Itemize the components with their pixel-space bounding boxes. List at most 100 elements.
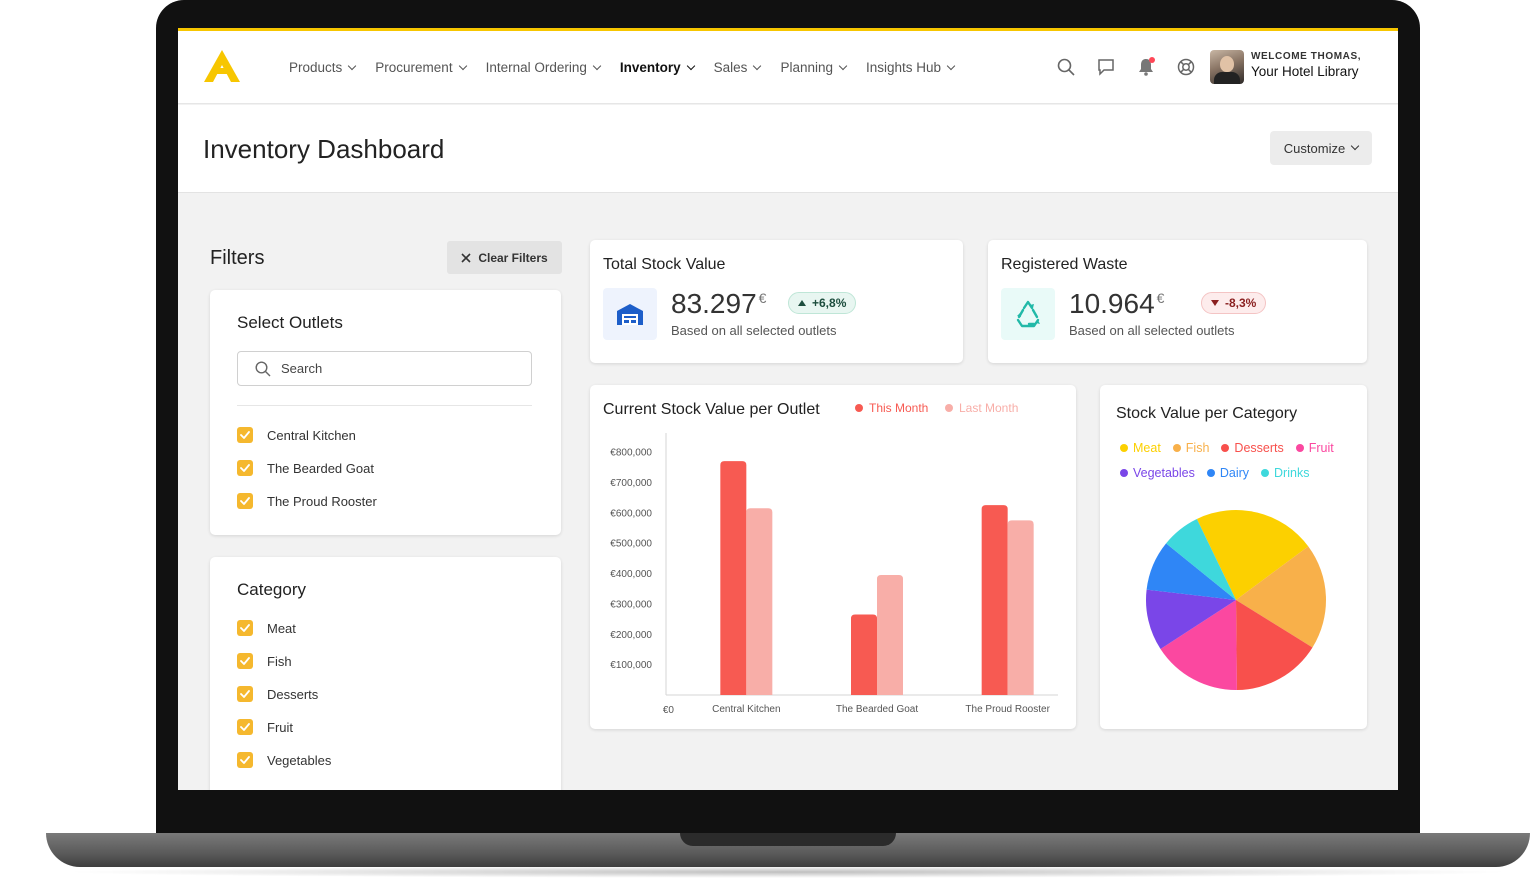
user-welcome[interactable]: WELCOME THOMAS, Your Hotel Library xyxy=(1251,51,1361,79)
outlet-option-label: The Proud Rooster xyxy=(267,493,377,509)
waste-amount: 10.964 € xyxy=(1069,288,1165,319)
outlet-option[interactable]: The Bearded Goat xyxy=(237,460,374,476)
bar-last-month[interactable] xyxy=(877,575,903,695)
clear-filters-label: Clear Filters xyxy=(478,250,548,265)
nav-item-label: Sales xyxy=(713,60,748,75)
nav-item-planning[interactable]: Planning xyxy=(780,60,848,75)
brand-logo[interactable] xyxy=(202,48,242,84)
nav-icon-group xyxy=(1056,57,1196,77)
bar-this-month[interactable] xyxy=(851,614,877,695)
notification-dot xyxy=(1149,57,1155,63)
chevron-down-icon xyxy=(686,61,695,70)
x-tick-label: Central Kitchen xyxy=(712,704,780,715)
checkbox-checked-icon[interactable] xyxy=(237,752,253,768)
recycle-icon xyxy=(1001,288,1055,340)
bar-last-month[interactable] xyxy=(1007,520,1034,695)
page-title: Inventory Dashboard xyxy=(203,134,445,164)
laptop-notch xyxy=(680,833,896,846)
chevron-down-icon xyxy=(946,61,956,70)
pie-chart-svg xyxy=(1146,510,1326,690)
clear-filters-button[interactable]: Clear Filters xyxy=(447,241,562,274)
nav-item-label: Planning xyxy=(780,60,833,75)
checkbox-checked-icon[interactable] xyxy=(237,653,253,669)
stock-per-category-chart: Stock Value per Category Meat Fish Dessert… xyxy=(1100,385,1367,729)
y-tick-label: €700,000 xyxy=(610,478,652,489)
nav-item-internal-ordering[interactable]: Internal Ordering xyxy=(486,60,602,75)
x-tick-label: The Bearded Goat xyxy=(836,704,918,715)
y-tick-label: €200,000 xyxy=(610,630,652,641)
bell-icon[interactable] xyxy=(1136,57,1156,77)
waste-title: Registered Waste xyxy=(1001,256,1128,273)
category-option[interactable]: Meat xyxy=(237,620,296,636)
chevron-down-icon xyxy=(458,61,467,70)
main-nav: Products Procurement Internal Ordering Inve… xyxy=(289,31,956,104)
nav-item-insights-hub[interactable]: Insights Hub xyxy=(865,60,956,75)
chevron-down-icon xyxy=(348,61,357,70)
category-option-label: Meat xyxy=(267,620,296,636)
category-title: Category xyxy=(237,580,306,599)
category-option-label: Desserts xyxy=(267,686,319,702)
welcome-library: Your Hotel Library xyxy=(1251,64,1359,79)
nav-item-procurement[interactable]: Procurement xyxy=(375,60,467,75)
checkbox-checked-icon[interactable] xyxy=(237,620,253,636)
triangle-up-icon xyxy=(798,300,806,306)
category-option[interactable]: Fish xyxy=(237,653,292,669)
stock-value-amount: 83.297 € xyxy=(671,288,767,319)
outlets-filter-card: Select Outlets Search Central Kitchen The… xyxy=(210,290,561,535)
checkbox-checked-icon[interactable] xyxy=(237,719,253,735)
stock-change-badge: +6,8% xyxy=(788,292,857,314)
nav-item-label: Products xyxy=(289,60,343,75)
welcome-greeting: WELCOME THOMAS, xyxy=(1251,51,1362,62)
warehouse-icon xyxy=(603,288,657,340)
laptop-shadow xyxy=(60,866,1516,878)
stock-value-title: Total Stock Value xyxy=(603,256,726,273)
stock-value-card: Total Stock Value 83.297 € +6,8% Based on… xyxy=(590,240,963,363)
category-option-label: Vegetables xyxy=(267,752,332,768)
nav-item-label: Insights Hub xyxy=(865,60,942,75)
category-option-label: Fish xyxy=(267,653,292,669)
checkbox-checked-icon[interactable] xyxy=(237,493,253,509)
nav-item-products[interactable]: Products xyxy=(289,60,357,75)
waste-subtitle: Based on all selected outlets xyxy=(1069,323,1235,338)
category-filter-card: Category Meat Fish Desserts Fruit Vegetables xyxy=(210,557,561,790)
category-option[interactable]: Fruit xyxy=(237,719,293,735)
chevron-down-icon xyxy=(1350,141,1360,151)
outlet-option[interactable]: The Proud Rooster xyxy=(237,493,377,509)
checkbox-checked-icon[interactable] xyxy=(237,686,253,702)
bar-chart-svg: €0 €100,000 €200,000 €300,000 €400,000 €500,0… xyxy=(610,433,1058,716)
chevron-down-icon xyxy=(753,61,762,70)
category-option[interactable]: Vegetables xyxy=(237,752,331,768)
search-placeholder: Search xyxy=(281,361,323,376)
waste-change-badge: -8,3% xyxy=(1201,292,1267,314)
category-option-label: Fruit xyxy=(267,719,293,735)
user-avatar[interactable] xyxy=(1210,50,1244,84)
bar-this-month[interactable] xyxy=(720,461,747,695)
search-icon xyxy=(255,360,271,376)
y-tick-label: €600,000 xyxy=(610,508,652,519)
chevron-down-icon xyxy=(838,61,848,70)
outlet-option-label: Central Kitchen xyxy=(267,427,356,443)
outlet-option[interactable]: Central Kitchen xyxy=(237,427,356,443)
chat-icon[interactable] xyxy=(1096,57,1116,77)
help-icon[interactable] xyxy=(1176,57,1196,77)
divider xyxy=(237,405,532,406)
category-option[interactable]: Desserts xyxy=(237,686,318,702)
checkbox-checked-icon[interactable] xyxy=(237,460,253,476)
y-tick-label: €800,000 xyxy=(610,448,652,459)
chevron-down-icon xyxy=(592,61,602,70)
triangle-down-icon xyxy=(1211,300,1219,306)
outlet-search-input[interactable]: Search xyxy=(237,351,532,386)
customize-button[interactable]: Customize xyxy=(1270,131,1372,165)
nav-item-sales[interactable]: Sales xyxy=(713,60,762,75)
search-icon[interactable] xyxy=(1056,57,1076,77)
checkbox-checked-icon[interactable] xyxy=(237,427,253,443)
bar-last-month[interactable] xyxy=(746,508,773,695)
stock-value-subtitle: Based on all selected outlets xyxy=(671,323,837,338)
customize-label: Customize xyxy=(1283,140,1346,156)
top-navbar: Products Procurement Internal Ordering Inve… xyxy=(178,31,1398,104)
outlet-option-label: The Bearded Goat xyxy=(267,460,374,476)
y-tick-label: €500,000 xyxy=(610,539,652,550)
close-icon xyxy=(461,252,471,263)
bar-this-month[interactable] xyxy=(981,505,1008,695)
nav-item-inventory[interactable]: Inventory xyxy=(620,60,695,75)
